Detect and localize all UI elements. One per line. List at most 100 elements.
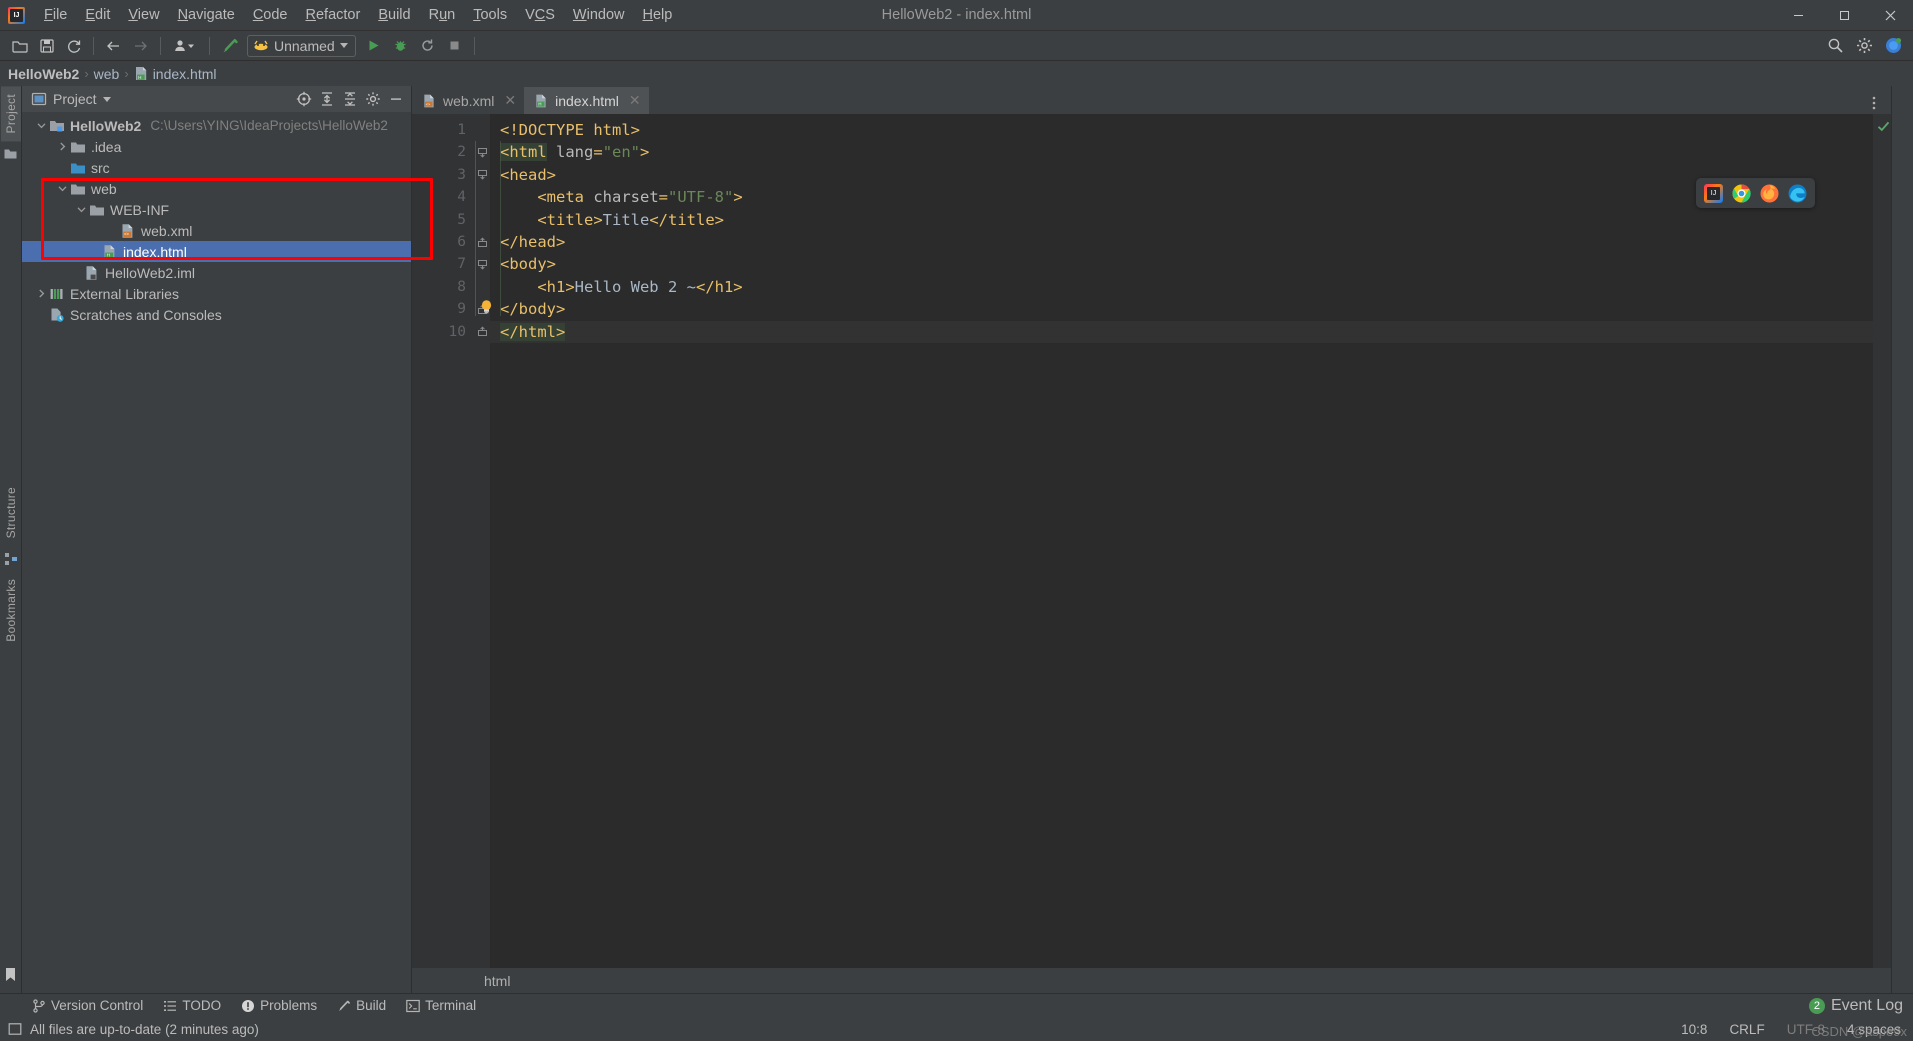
stripe-button-bookmarks[interactable]: Bookmarks [1,571,21,650]
bookmark-icon[interactable] [4,967,17,982]
tree-node-helloweb2[interactable]: HelloWeb2 C:\Users\YING\IdeaProjects\Hel… [22,115,411,136]
menu-vcs[interactable]: VCS [516,0,564,31]
minimize-button[interactable] [1775,0,1821,31]
tab-web-xml[interactable]: <> web.xml ✕ [412,87,525,114]
tree-node-external-libraries[interactable]: External Libraries [22,283,411,304]
stripe-button-structure[interactable]: Structure [1,479,21,546]
refresh-icon[interactable] [61,34,86,58]
chevron-down-icon[interactable] [102,96,111,102]
fold-marker-open[interactable] [474,164,490,186]
rerun-icon[interactable] [415,34,440,58]
toolwindow-todo[interactable]: TODO [153,994,231,1017]
run-play-icon[interactable] [361,34,386,58]
commit-folder-icon[interactable] [3,146,18,161]
gear-icon[interactable] [362,88,384,110]
open-folder-icon[interactable] [7,34,32,58]
indent-setting[interactable]: 4 spaces [1847,1022,1901,1037]
ide-update-icon[interactable] [1881,34,1906,58]
more-vertical-icon[interactable] [1863,92,1885,114]
search-everywhere-icon[interactable] [1823,34,1848,58]
close-button[interactable] [1867,0,1913,31]
window-controls [1775,0,1913,30]
gear-icon[interactable] [1852,34,1877,58]
select-opened-file-icon[interactable] [293,88,315,110]
menu-edit[interactable]: Edit [76,0,119,31]
project-tree[interactable]: HelloWeb2 C:\Users\YING\IdeaProjects\Hel… [22,112,411,993]
toolbar-separator-2 [160,36,161,55]
chevron-down-icon[interactable] [55,184,70,193]
stop-square-icon[interactable] [442,34,467,58]
arrow-right-icon[interactable] [128,34,153,58]
arrow-left-icon[interactable] [101,34,126,58]
tree-node-idea[interactable]: .idea [22,136,411,157]
tree-node-iml[interactable]: HelloWeb2.iml [22,262,411,283]
toolwindow-build[interactable]: Build [327,994,396,1017]
toolwindow-version-control[interactable]: Version Control [22,994,153,1017]
maximize-button[interactable] [1821,0,1867,31]
chevron-down-icon[interactable] [34,121,49,130]
user-dropdown-icon[interactable] [168,34,202,58]
code-text-area[interactable]: <!DOCTYPE html> <html lang="en"> <head> … [490,114,1873,968]
tab-index-html[interactable]: H index.html ✕ [524,87,649,114]
run-configuration-selector[interactable]: Unnamed [247,34,356,57]
tree-node-web-xml[interactable]: <> web.xml [22,220,411,241]
line-separator[interactable]: CRLF [1729,1022,1764,1037]
caret-position[interactable]: 10:8 [1681,1022,1707,1037]
tree-node-web-inf[interactable]: WEB-INF [22,199,411,220]
debug-bug-icon[interactable] [388,34,413,58]
fold-marker-none [474,276,490,298]
tree-node-index-html[interactable]: H index.html [22,241,411,262]
menu-code[interactable]: Code [244,0,297,31]
breadcrumb-item-web[interactable]: web [94,66,120,82]
collapse-all-icon[interactable] [339,88,361,110]
event-log-label[interactable]: Event Log [1831,997,1903,1015]
menu-view[interactable]: View [119,0,168,31]
browser-preview-popup[interactable]: IJ [1696,178,1815,208]
menu-help[interactable]: Help [633,0,681,31]
chrome-browser-icon[interactable] [1732,183,1751,203]
fold-marker-open[interactable] [474,141,490,163]
breadcrumb-item-file[interactable]: H index.html [134,66,217,82]
indent-guide [475,141,476,316]
hide-panel-icon[interactable] [385,88,407,110]
toolwindow-terminal[interactable]: Terminal [396,994,486,1017]
lightbulb-icon[interactable] [479,299,494,315]
save-icon[interactable] [34,34,59,58]
menu-build[interactable]: Build [369,0,419,31]
file-encoding[interactable]: UTF-8 [1787,1022,1825,1037]
tree-node-scratches[interactable]: Scratches and Consoles [22,304,411,325]
expand-all-icon[interactable] [316,88,338,110]
fold-marker-close[interactable] [474,321,490,343]
branch-icon [33,998,45,1013]
menu-file[interactable]: File [35,0,76,31]
fold-marker-open[interactable] [474,253,490,275]
inspection-ok-icon[interactable] [1877,120,1890,133]
menu-window[interactable]: Window [564,0,634,31]
toolwindow-problems[interactable]: Problems [231,994,327,1017]
close-icon[interactable]: ✕ [504,92,516,109]
menu-refactor[interactable]: Refactor [297,0,370,31]
tree-label-iml: HelloWeb2.iml [105,264,195,281]
code-folding-gutter[interactable] [474,114,492,968]
chevron-right-icon[interactable] [34,289,49,298]
menu-navigate[interactable]: Navigate [169,0,244,31]
tree-node-src[interactable]: src [22,157,411,178]
chevron-down-icon[interactable] [74,205,89,214]
fold-marker-close[interactable] [474,231,490,253]
menu-run[interactable]: Run [420,0,465,31]
chevron-right-icon[interactable] [55,142,70,151]
firefox-browser-icon[interactable] [1760,184,1779,203]
hammer-icon[interactable] [217,34,242,58]
tree-node-web[interactable]: web [22,178,411,199]
structure-icon[interactable] [4,552,18,566]
breadcrumb-item-project[interactable]: HelloWeb2 [8,66,79,82]
close-icon[interactable]: ✕ [629,92,641,109]
stripe-button-project[interactable]: Project [0,86,21,142]
edge-browser-icon[interactable] [1788,184,1807,203]
editor-bottom-breadcrumb[interactable]: html [412,968,1891,993]
menu-tools[interactable]: Tools [464,0,516,31]
code-editor[interactable]: 1 2 3 4 5 6 7 8 9 10 <!DOCTYPE html> <ht… [412,114,1891,968]
tree-path-helloweb2: C:\Users\YING\IdeaProjects\HelloWeb2 [150,118,388,133]
inspection-gutter[interactable] [1873,114,1891,968]
intellij-browser-icon[interactable]: IJ [1704,183,1723,203]
